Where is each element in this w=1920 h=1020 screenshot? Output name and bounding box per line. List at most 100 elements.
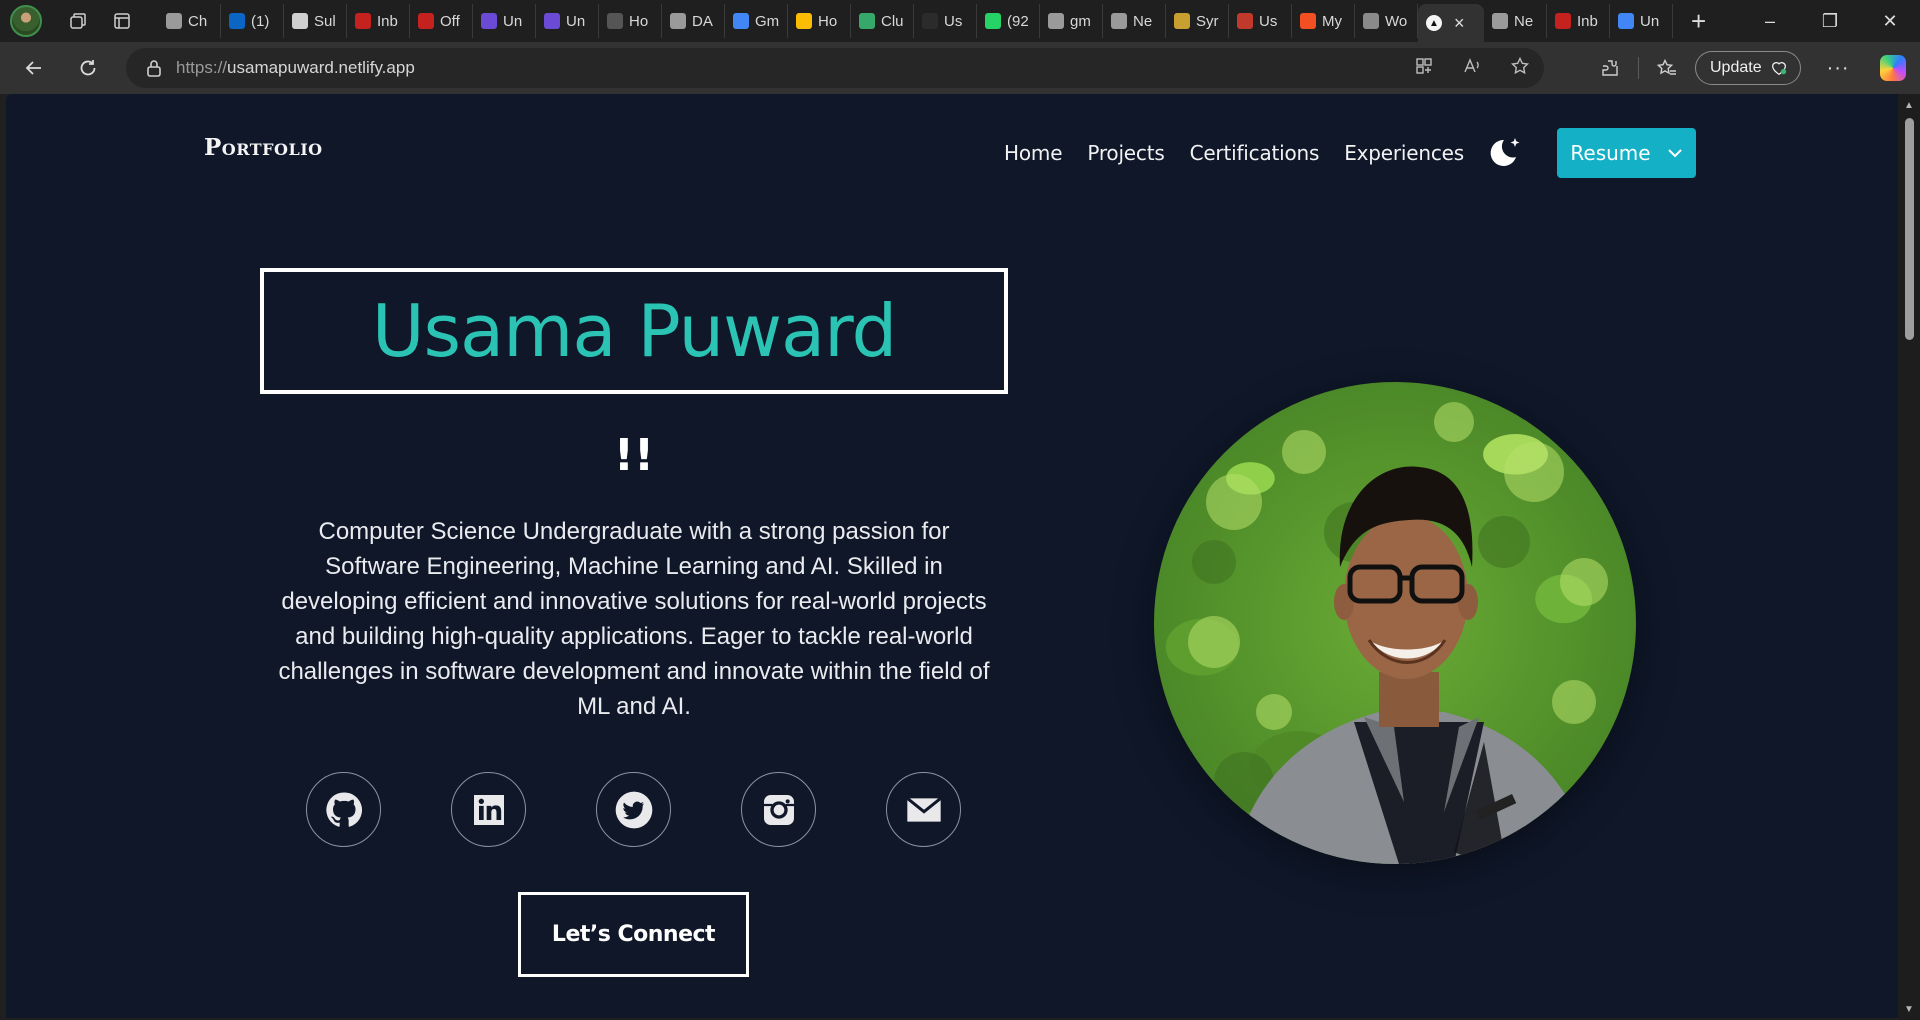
browser-tab[interactable]: Wo — [1355, 4, 1418, 38]
instagram-link[interactable] — [741, 772, 816, 847]
nav-projects[interactable]: Projects — [1087, 141, 1164, 165]
resume-button[interactable]: Resume — [1557, 128, 1696, 178]
maximize-button[interactable]: ❐ — [1800, 0, 1860, 42]
list-icon — [481, 13, 497, 29]
browser-tab[interactable]: My — [1292, 4, 1355, 38]
browser-tab[interactable]: Inb — [347, 4, 410, 38]
close-window-button[interactable]: ✕ — [1860, 0, 1920, 42]
browser-tab[interactable]: (1) — [221, 4, 284, 38]
tab-title: Us — [944, 12, 963, 30]
browser-tab[interactable]: Gm — [725, 4, 788, 38]
browser-tab[interactable]: Syr — [1166, 4, 1229, 38]
email-link[interactable] — [886, 772, 961, 847]
tab-title: Off — [440, 12, 460, 30]
profile-avatar[interactable] — [10, 5, 42, 37]
favorite-star-icon[interactable] — [1510, 56, 1530, 81]
browser-tab[interactable]: DA — [662, 4, 725, 38]
page-viewport: Portfolio Home Projects Certifications E… — [6, 94, 1898, 1018]
browser-tab[interactable]: Inb — [1547, 4, 1610, 38]
read-aloud-icon[interactable] — [1462, 56, 1482, 81]
docs-icon — [1618, 13, 1634, 29]
theme-toggle-moon-icon[interactable] — [1486, 134, 1524, 170]
active-browser-tab[interactable]: ▲ × — [1418, 4, 1484, 42]
linkedin-link[interactable] — [451, 772, 526, 847]
twitter-icon — [615, 791, 652, 828]
nav-home[interactable]: Home — [1004, 141, 1062, 165]
browser-tab[interactable]: Off — [410, 4, 473, 38]
newtab-icon — [1492, 13, 1508, 29]
scroll-thumb[interactable] — [1905, 118, 1914, 340]
close-tab-icon[interactable]: × — [1454, 13, 1465, 34]
nav-experiences[interactable]: Experiences — [1344, 141, 1464, 165]
extensions-icon[interactable] — [1590, 58, 1630, 78]
tab-title: (92 — [1007, 12, 1029, 30]
tab-actions-icon[interactable] — [111, 10, 133, 32]
copilot-icon[interactable] — [1879, 55, 1906, 81]
browser-tab[interactable]: Un — [536, 4, 599, 38]
browser-tab[interactable]: Ho — [599, 4, 662, 38]
browser-tab[interactable]: Ho — [788, 4, 851, 38]
browser-tab[interactable]: gm — [1040, 4, 1103, 38]
browser-tab[interactable]: Ne — [1484, 4, 1547, 38]
github-link[interactable] — [306, 772, 381, 847]
browser-tab[interactable]: Us — [1229, 4, 1292, 38]
back-button[interactable] — [10, 48, 58, 88]
search-icon — [1048, 13, 1064, 29]
page-scrollbar[interactable]: ▲ ▼ — [1898, 94, 1920, 1020]
link-icon — [859, 13, 875, 29]
browser-tab[interactable]: Un — [1610, 4, 1673, 38]
update-button[interactable]: Update — [1695, 51, 1801, 85]
instagram-icon — [763, 794, 794, 825]
site-logo[interactable]: Portfolio — [204, 134, 323, 161]
browser-tab[interactable]: Ch — [158, 4, 221, 38]
lets-connect-button[interactable]: Let’s Connect — [518, 892, 749, 977]
github-icon — [922, 13, 938, 29]
tab-title: Inb — [1577, 12, 1598, 30]
word-icon — [1363, 13, 1379, 29]
linkedin-icon — [229, 13, 245, 29]
github-icon — [325, 791, 362, 827]
address-bar[interactable]: https://usamapuward.netlify.app — [126, 48, 1544, 88]
nav-certifications[interactable]: Certifications — [1190, 141, 1320, 165]
favorites-icon[interactable] — [1647, 58, 1687, 78]
minimize-button[interactable]: – — [1740, 0, 1800, 42]
browser-tab[interactable]: Ne — [1103, 4, 1166, 38]
list-icon — [544, 13, 560, 29]
site-nav: Home Projects Certifications Experiences — [1004, 141, 1464, 165]
gmail-icon — [1555, 13, 1571, 29]
more-menu-icon[interactable]: ··· — [1827, 57, 1850, 80]
hero-bio: Computer Science Undergraduate with a st… — [278, 518, 990, 720]
workspaces-icon[interactable] — [67, 10, 89, 32]
google-icon — [733, 13, 749, 29]
gmail-icon — [355, 13, 371, 29]
tab-title: Ne — [1133, 12, 1153, 30]
vercel-icon: ▲ — [1426, 15, 1442, 31]
mail-icon — [905, 796, 942, 822]
app-available-icon[interactable] — [1414, 56, 1434, 81]
openai-icon — [166, 13, 182, 29]
browser-tab[interactable]: Us — [914, 4, 977, 38]
new-tab-button[interactable]: + — [1691, 6, 1706, 37]
browser-tab[interactable]: Un — [473, 4, 536, 38]
scroll-down-arrow-icon[interactable]: ▼ — [1898, 1000, 1920, 1018]
address-toolbar: https://usamapuward.netlify.app Update ·… — [0, 42, 1920, 94]
tab-title: Un — [1640, 12, 1660, 30]
tab-bar: Ch (1) Sul Inb Off Un Un Ho DA Gm Ho Clu Us (92 gm Ne Sy… — [0, 0, 1920, 42]
browser-tab[interactable]: Clu — [851, 4, 914, 38]
twitter-link[interactable] — [596, 772, 671, 847]
tab-title: Ho — [629, 12, 649, 30]
linkedin-icon — [473, 794, 504, 825]
pdf-icon — [1237, 13, 1253, 29]
refresh-button[interactable] — [64, 48, 112, 88]
tab-title: Un — [566, 12, 586, 30]
hero-name: Usama Puward — [371, 289, 897, 373]
tab-title: Syr — [1196, 12, 1219, 30]
browser-tab[interactable]: (92 — [977, 4, 1040, 38]
tab-title: Gm — [755, 12, 780, 30]
scroll-up-arrow-icon[interactable]: ▲ — [1898, 96, 1920, 114]
whatsapp-icon — [985, 13, 1001, 29]
lock-icon[interactable] — [146, 59, 162, 77]
url-text[interactable]: https://usamapuward.netlify.app — [176, 58, 415, 78]
browser-tab[interactable]: Sul — [284, 4, 347, 38]
tab-title: Ch — [188, 12, 208, 30]
